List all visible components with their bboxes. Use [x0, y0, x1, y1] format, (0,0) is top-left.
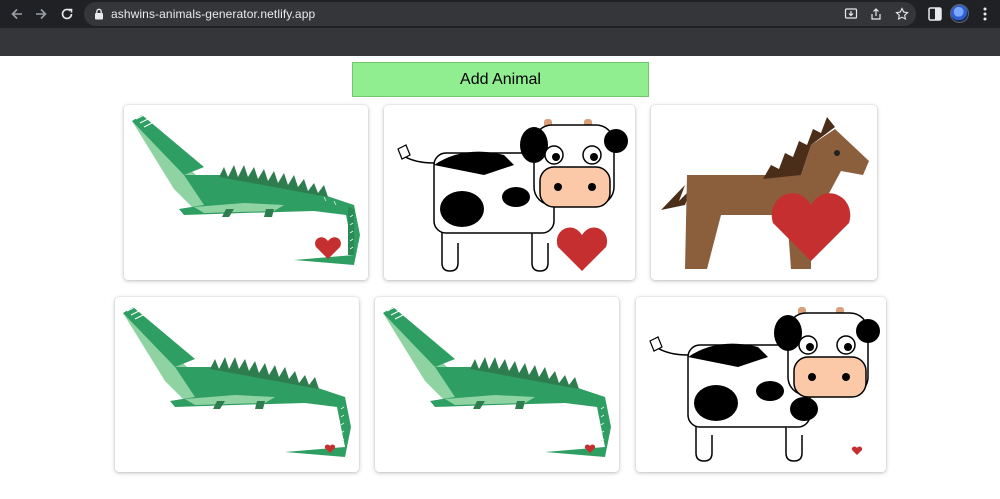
horse-illustration	[661, 117, 869, 269]
address-bar[interactable]: ashwins-animals-generator.netlify.app	[84, 2, 916, 26]
cow-illustration	[649, 307, 880, 462]
animal-card-horse[interactable]	[651, 105, 877, 280]
refresh-icon	[61, 8, 73, 20]
animal-card-crocodile-3[interactable]	[375, 297, 619, 472]
heart-icon[interactable]	[851, 446, 863, 455]
arrow-left-icon	[11, 8, 22, 20]
profile-avatar[interactable]	[950, 4, 969, 23]
animal-card-crocodile-2[interactable]	[115, 297, 359, 472]
browser-toolbar: ashwins-animals-generator.netlify.app	[0, 0, 1000, 28]
heart-icon[interactable]	[315, 237, 341, 259]
animal-card-cow[interactable]	[384, 105, 635, 280]
animal-card-cow-2[interactable]	[636, 297, 886, 472]
crocodile-illustration	[383, 305, 611, 457]
back-button[interactable]	[7, 4, 27, 24]
lock-icon	[95, 8, 103, 20]
arrow-right-icon	[36, 8, 47, 20]
forward-button[interactable]	[31, 4, 51, 24]
side-panel-icon[interactable]	[926, 5, 944, 23]
crocodile-illustration	[123, 305, 351, 457]
page-content: Add Animal	[0, 56, 1000, 499]
share-icon[interactable]	[869, 7, 883, 21]
star-icon[interactable]	[895, 7, 909, 21]
animal-card-crocodile[interactable]	[124, 105, 368, 280]
add-animal-button[interactable]: Add Animal	[352, 62, 649, 97]
refresh-button[interactable]	[57, 4, 77, 24]
url-text: ashwins-animals-generator.netlify.app	[111, 7, 316, 21]
browser-chrome: ashwins-animals-generator.netlify.app	[0, 0, 1000, 56]
more-menu-icon[interactable]	[976, 5, 994, 23]
install-app-icon[interactable]	[844, 7, 858, 21]
cow-illustration	[397, 119, 628, 272]
heart-icon[interactable]	[556, 227, 608, 271]
crocodile-illustration	[132, 113, 360, 265]
